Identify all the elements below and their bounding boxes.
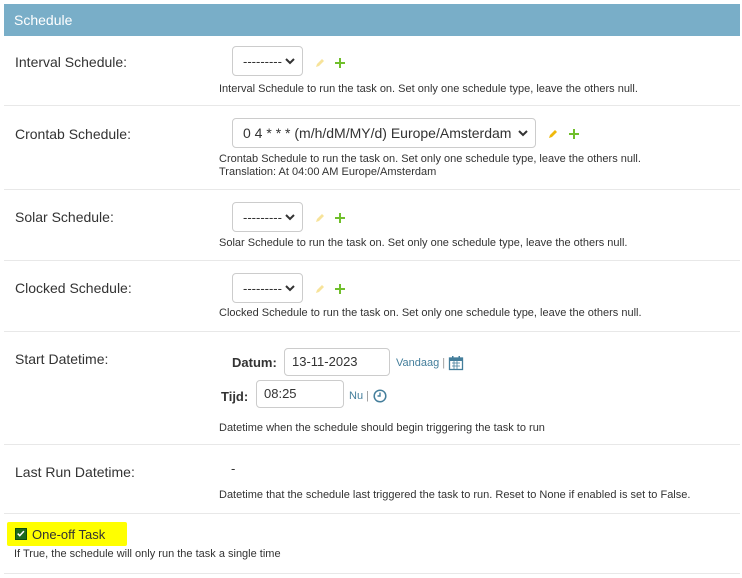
interval-schedule-row: Interval Schedule: --------- Interval Sc… bbox=[4, 36, 740, 106]
today-link[interactable]: Vandaag | bbox=[396, 357, 445, 369]
last-run-value: - bbox=[231, 461, 236, 476]
now-link[interactable]: Nu | bbox=[349, 390, 369, 402]
time-input[interactable]: 08:25 bbox=[256, 380, 344, 408]
clocked-schedule-select[interactable]: --------- bbox=[232, 273, 303, 303]
interval-schedule-value: --------- bbox=[243, 53, 282, 69]
chevron-down-icon bbox=[285, 58, 295, 65]
add-plus-icon[interactable] bbox=[568, 128, 580, 140]
chevron-down-icon bbox=[285, 285, 295, 292]
chevron-down-icon bbox=[518, 130, 528, 137]
today-link-text: Vandaag bbox=[396, 357, 440, 369]
start-datetime-row: Start Datetime: Datum: 13-11-2023 Vandaa… bbox=[4, 332, 740, 445]
fieldset-title: Schedule bbox=[14, 12, 73, 28]
start-datetime-help: Datetime when the schedule should begin … bbox=[219, 422, 545, 434]
solar-schedule-row: Solar Schedule: --------- Solar Schedule… bbox=[4, 190, 740, 261]
add-plus-icon[interactable] bbox=[334, 283, 346, 295]
crontab-schedule-row: Crontab Schedule: 0 4 * * * (m/h/dM/MY/d… bbox=[4, 106, 740, 190]
interval-schedule-help: Interval Schedule to run the task on. Se… bbox=[219, 83, 638, 95]
now-link-text: Nu bbox=[349, 390, 364, 402]
clocked-schedule-label: Clocked Schedule: bbox=[15, 280, 132, 296]
fieldset-header: Schedule bbox=[4, 4, 740, 36]
edit-pencil-icon[interactable] bbox=[314, 283, 326, 295]
crontab-schedule-label: Crontab Schedule: bbox=[15, 126, 131, 142]
last-run-row: Last Run Datetime: - Datetime that the s… bbox=[4, 445, 740, 514]
edit-pencil-icon[interactable] bbox=[547, 128, 559, 140]
one-off-help: If True, the schedule will only run the … bbox=[14, 548, 281, 560]
interval-schedule-select[interactable]: --------- bbox=[232, 46, 303, 76]
clock-icon[interactable] bbox=[373, 389, 387, 403]
time-label: Tijd: bbox=[221, 389, 249, 404]
clocked-schedule-help: Clocked Schedule to run the task on. Set… bbox=[219, 307, 642, 319]
checkmark-icon bbox=[17, 530, 25, 537]
start-datetime-label: Start Datetime: bbox=[15, 351, 109, 367]
crontab-schedule-value: 0 4 * * * (m/h/dM/MY/d) Europe/Amsterdam bbox=[243, 125, 512, 141]
solar-schedule-select[interactable]: --------- bbox=[232, 202, 303, 232]
last-run-label: Last Run Datetime: bbox=[15, 464, 135, 480]
date-input[interactable]: 13-11-2023 bbox=[284, 348, 390, 376]
one-off-checkbox[interactable] bbox=[15, 528, 27, 540]
calendar-icon[interactable] bbox=[448, 355, 464, 371]
clocked-schedule-row: Clocked Schedule: --------- Clocked Sche… bbox=[4, 261, 740, 332]
solar-schedule-value: --------- bbox=[243, 209, 282, 225]
one-off-label[interactable]: One-off Task bbox=[32, 527, 105, 542]
chevron-down-icon bbox=[285, 214, 295, 221]
solar-schedule-help: Solar Schedule to run the task on. Set o… bbox=[219, 237, 628, 249]
edit-pencil-icon[interactable] bbox=[314, 212, 326, 224]
separator: | bbox=[366, 390, 369, 402]
one-off-task-row: One-off Task If True, the schedule will … bbox=[4, 514, 740, 574]
clocked-schedule-value: --------- bbox=[243, 280, 282, 296]
edit-pencil-icon[interactable] bbox=[314, 57, 326, 69]
interval-schedule-label: Interval Schedule: bbox=[15, 54, 128, 70]
add-plus-icon[interactable] bbox=[334, 212, 346, 224]
crontab-translation: Translation: At 04:00 AM Europe/Amsterda… bbox=[219, 166, 437, 178]
last-run-help: Datetime that the schedule last triggere… bbox=[219, 489, 691, 501]
add-plus-icon[interactable] bbox=[334, 57, 346, 69]
date-label: Datum: bbox=[232, 355, 277, 370]
crontab-schedule-help: Crontab Schedule to run the task on. Set… bbox=[219, 153, 641, 165]
solar-schedule-label: Solar Schedule: bbox=[15, 209, 114, 225]
separator: | bbox=[442, 357, 446, 369]
crontab-schedule-select[interactable]: 0 4 * * * (m/h/dM/MY/d) Europe/Amsterdam bbox=[232, 118, 536, 148]
